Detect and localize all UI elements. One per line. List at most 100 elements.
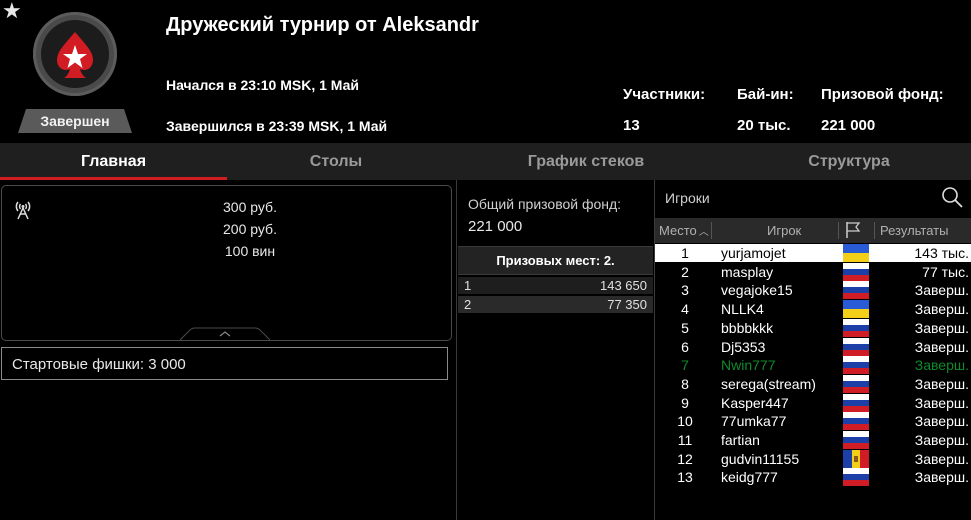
player-row[interactable]: 9 Kasper447 Заверш. [655,393,971,412]
player-place: 10 [677,413,693,430]
column-divider [711,222,712,239]
player-name: vegajoke15 [721,282,793,299]
flag-icon[interactable] [844,221,862,239]
player-name: gudvin11155 [721,450,800,467]
country-flag-icon [843,356,869,375]
tab-structure[interactable]: Структура [727,143,971,180]
prize-line-3: 100 вин [224,243,276,259]
tab-stack-chart[interactable]: График стеков [445,143,727,180]
player-name: yurjamojet [721,245,786,261]
buyin-value: 20 тыс. [737,117,791,134]
total-prize-label: Общий призовой фонд: [468,196,622,212]
player-result: Заверш. [914,357,969,374]
player-name: masplay [721,263,774,280]
player-name: Kasper447 [721,394,789,411]
player-place: 9 [681,394,689,411]
player-row[interactable]: 2 masplay 77 тыс. [655,262,971,281]
prizepool-label: Призовой фонд: [821,86,944,103]
country-flag-icon [843,449,869,468]
player-result: Заверш. [914,375,969,392]
entrants-label: Участники: [623,86,706,103]
start-time: Начался в 23:10 MSK, 1 Май [166,77,359,93]
player-row[interactable]: 11 fartian Заверш. [655,431,971,449]
column-divider [874,222,875,239]
player-row[interactable]: 1 yurjamojet 143 тыс. [655,244,971,262]
total-prize-value: 221 000 [468,218,523,235]
player-place: 8 [681,375,689,392]
active-tab-indicator [0,177,227,180]
players-title: Игроки [665,190,710,206]
player-row[interactable]: 13 keidg777 Заверш. [655,468,971,487]
player-name: serega(stream) [721,375,816,392]
player-result: Заверш. [914,301,969,318]
tournament-title: Дружеский турнир от Aleksandr [166,14,479,36]
player-place: 7 [681,357,689,374]
player-place: 6 [681,338,689,355]
prizepool-value: 221 000 [821,117,876,134]
player-result: Заверш. [914,338,969,355]
player-place: 1 [681,245,689,261]
tab-main[interactable]: Главная [0,143,227,180]
prize-line-2: 200 руб. [223,221,277,237]
player-row[interactable]: 6 Dj5353 Заверш. [655,337,971,356]
favorite-star-icon[interactable]: ★ [2,0,22,22]
end-time: Завершился в 23:39 MSK, 1 Май [166,118,388,134]
player-result: Заверш. [914,394,969,411]
player-name: fartian [721,432,760,448]
player-result: Заверш. [914,319,969,336]
column-place-label: Место [659,223,697,238]
buyin-label: Бай-ин: [737,86,794,103]
tab-bar: Главная Столы График стеков Структура [0,143,971,180]
paid-places-header: Призовых мест: 2. [458,246,653,275]
player-result: Заверш. [914,282,969,299]
player-result: Заверш. [914,450,969,467]
player-name: NLLK4 [721,301,764,318]
player-row[interactable]: 5 bbbbkkk Заверш. [655,318,971,337]
player-place: 11 [677,432,693,448]
player-place: 3 [681,282,689,299]
payout-row: 2 77 350 [458,296,653,313]
country-flag-icon [843,281,869,300]
tab-tables[interactable]: Столы [227,143,445,180]
player-place: 12 [677,450,693,467]
player-result: 77 тыс. [922,263,969,280]
player-row[interactable]: 7 Nwin777 Заверш. [655,356,971,375]
player-name: Dj5353 [721,338,766,355]
country-flag-icon [843,468,869,487]
player-result: Заверш. [914,413,969,430]
search-icon[interactable] [940,185,964,209]
player-name: 77umka77 [721,413,787,430]
player-row[interactable]: 4 NLLK4 Заверш. [655,300,971,319]
column-player[interactable]: Игрок [767,218,801,243]
column-place[interactable]: Место ︿ [659,218,709,243]
payout-value: 143 650 [600,278,647,293]
player-name: bbbbkkk [721,319,774,336]
pokerstars-logo [33,12,117,96]
country-flag-icon [843,412,869,431]
broadcast-antenna-icon [15,201,31,220]
player-row[interactable]: 3 vegajoke15 Заверш. [655,281,971,300]
payout-place: 2 [464,297,472,312]
country-flag-icon [843,431,869,449]
player-row[interactable]: 12 gudvin11155 Заверш. [655,449,971,468]
player-result: 143 тыс. [914,245,969,261]
player-place: 2 [681,263,689,280]
payout-place: 1 [464,278,472,293]
column-divider [838,222,839,239]
players-table-header: Место ︿ Игрок Результаты [655,218,971,243]
payout-row: 1 143 650 [458,277,653,294]
expand-toggle[interactable] [180,327,270,341]
starting-chips: Стартовые фишки: 3 000 [1,347,448,380]
entrants-value: 13 [623,117,640,134]
player-row[interactable]: 10 77umka77 Заверш. [655,412,971,431]
player-place: 4 [681,301,689,318]
player-result: Заверш. [914,469,969,486]
status-badge: Завершен [18,109,132,133]
country-flag-icon [843,318,869,337]
column-results[interactable]: Результаты [880,218,948,243]
player-place: 5 [681,319,689,336]
country-flag-icon [843,300,869,319]
player-name: keidg777 [721,469,778,486]
logo-inner [41,20,109,88]
player-row[interactable]: 8 serega(stream) Заверш. [655,374,971,393]
